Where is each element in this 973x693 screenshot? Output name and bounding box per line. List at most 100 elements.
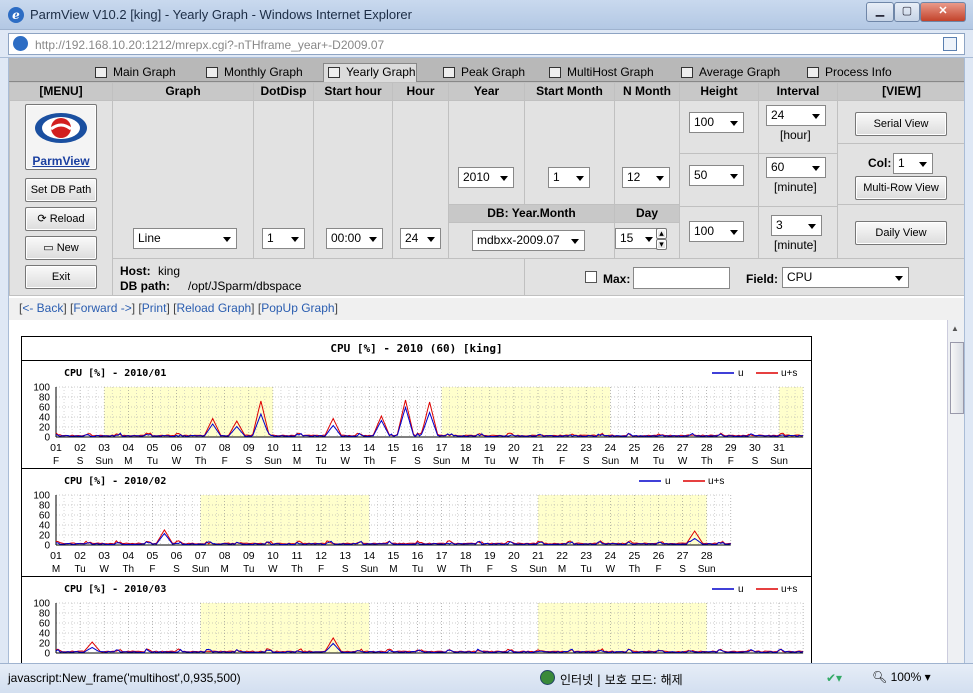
zoom-icon: 🔍︎: [872, 670, 888, 684]
tab-bar: Main Graph Monthly Graph Yearly Graph Peak …: [9, 58, 964, 83]
tab-yearly-graph[interactable]: Yearly Graph: [323, 63, 417, 83]
new-button[interactable]: ▭ New: [25, 236, 97, 260]
weekday-label: W: [99, 564, 109, 575]
x-tick-label: 02: [74, 442, 86, 454]
x-tick-label: 09: [243, 550, 255, 562]
weekday-label: Th: [291, 564, 303, 575]
tab-multihost-graph[interactable]: MultiHost Graph: [545, 64, 654, 82]
daily-view-button[interactable]: Daily View: [855, 221, 947, 245]
weekday-label: W: [340, 456, 350, 467]
x-tick-label: 23: [580, 442, 592, 454]
weekday-label: Th: [532, 456, 544, 467]
day-select[interactable]: 15: [615, 228, 659, 249]
weekday-label: Sun: [360, 564, 378, 575]
x-tick-label: 24: [604, 442, 616, 454]
url-field[interactable]: http://192.168.10.20:1212/mrepx.cgi?-nTH…: [8, 33, 965, 55]
weekday-label: Sun: [433, 456, 451, 467]
serial-view-button[interactable]: Serial View: [855, 112, 947, 136]
tab-average-graph[interactable]: Average Graph: [677, 64, 780, 82]
zoom-control[interactable]: 🔍︎ 100% ▾: [872, 670, 931, 684]
print-link[interactable]: Print: [142, 301, 167, 315]
weekday-label: F: [53, 456, 59, 467]
close-button[interactable]: ✕: [920, 2, 966, 22]
db-select[interactable]: mdbxx-2009.07: [472, 230, 585, 251]
x-tick-label: 25: [629, 442, 641, 454]
graph-header: Graph: [113, 83, 253, 100]
compat-view-icon[interactable]: [943, 37, 957, 51]
day-up-button[interactable]: ▴: [656, 228, 667, 239]
col-label: Col:: [868, 156, 892, 170]
weekday-label: F: [728, 456, 734, 467]
x-tick-label: 07: [195, 442, 207, 454]
maximize-button[interactable]: ▢: [894, 2, 920, 22]
starthour-select[interactable]: 00:00: [326, 228, 383, 249]
legend-us-label: u+s: [781, 584, 797, 595]
parmview-logo-button[interactable]: ParmView: [25, 104, 97, 170]
yearly-graph: CPU [%] - 2010 (60) [king] CPU [%] - 201…: [21, 336, 812, 663]
weekday-label: Sun: [192, 564, 210, 575]
back-link[interactable]: <- Back: [22, 301, 63, 315]
dotdisp-select[interactable]: 1: [262, 228, 305, 249]
popup-graph-link[interactable]: PopUp Graph: [261, 301, 334, 315]
interval-select-3[interactable]: 3: [771, 215, 822, 236]
weekday-label: Sun: [770, 456, 788, 467]
address-bar: http://192.168.10.20:1212/mrepx.cgi?-nTH…: [0, 30, 973, 58]
startmonth-select[interactable]: 1: [548, 167, 590, 188]
x-tick-label: 03: [98, 550, 110, 562]
year-select[interactable]: 2010: [458, 167, 514, 188]
col-select[interactable]: 1: [893, 153, 933, 174]
forward-link[interactable]: Forward ->: [73, 301, 131, 315]
exit-button[interactable]: Exit: [25, 265, 97, 289]
max-checkbox[interactable]: [585, 271, 597, 283]
tab-label: Main Graph: [113, 65, 176, 79]
chevron-down-icon: [730, 174, 738, 179]
dotdisp-select-value: 1: [267, 231, 274, 245]
field-select[interactable]: CPU: [782, 267, 909, 288]
weekday-label: M: [558, 564, 566, 575]
starthour-header: Start hour: [314, 83, 392, 100]
weekday-label: Sun: [529, 564, 547, 575]
chevron-down-icon: [808, 224, 816, 229]
reload-button[interactable]: ⟳ Reload: [25, 207, 97, 231]
minimize-button[interactable]: ▁: [866, 2, 894, 22]
nmonth-select-value: 12: [627, 170, 641, 184]
height-select-2[interactable]: 50: [689, 165, 744, 186]
tab-peak-graph[interactable]: Peak Graph: [439, 64, 525, 82]
nmonth-select[interactable]: 12: [622, 167, 670, 188]
x-tick-label: 08: [219, 442, 231, 454]
scroll-up-icon[interactable]: ▲: [951, 324, 959, 333]
set-db-path-button[interactable]: Set DB Path: [25, 178, 97, 202]
x-tick-label: 01: [50, 442, 62, 454]
db-select-value: mdbxx-2009.07: [477, 233, 560, 247]
x-tick-label: 28: [701, 442, 713, 454]
weekday-label: Tu: [581, 564, 592, 575]
interval-select-1[interactable]: 24: [766, 105, 826, 126]
tab-window-icon: [549, 67, 561, 78]
page-content: Main Graph Monthly Graph Yearly Graph Peak …: [8, 58, 965, 663]
tab-window-icon: [443, 67, 455, 78]
weekday-label: F: [318, 564, 324, 575]
height-select-3[interactable]: 100: [689, 221, 744, 242]
tab-window-icon: [206, 67, 218, 78]
parmview-logo-label: ParmView: [32, 154, 90, 168]
tab-process-info[interactable]: Process Info: [803, 64, 892, 82]
vertical-scrollbar[interactable]: ▲: [947, 320, 964, 663]
height-select-1[interactable]: 100: [689, 112, 744, 133]
tab-main-graph[interactable]: Main Graph: [91, 64, 176, 82]
x-tick-label: 12: [315, 550, 327, 562]
weekday-label: Sun: [95, 456, 113, 467]
multi-row-view-button[interactable]: Multi-Row View: [855, 176, 947, 200]
scrollbar-thumb[interactable]: [950, 342, 964, 414]
x-tick-label: 22: [556, 550, 568, 562]
tab-label: MultiHost Graph: [567, 65, 654, 79]
month-chart: CPU [%] - 2010/01 u u+s 0 20 40 60 80 100 01 F 02 S 0…: [22, 361, 811, 469]
protected-mode-icon[interactable]: ✔▾: [826, 671, 842, 685]
graph-select[interactable]: Line: [133, 228, 237, 249]
x-tick-label: 18: [460, 442, 472, 454]
day-down-button[interactable]: ▾: [656, 239, 667, 250]
max-input[interactable]: [633, 267, 730, 289]
hour-select[interactable]: 24: [400, 228, 441, 249]
reload-graph-link[interactable]: Reload Graph: [176, 301, 251, 315]
tab-monthly-graph[interactable]: Monthly Graph: [202, 64, 303, 82]
interval-select-2[interactable]: 60: [766, 157, 826, 178]
